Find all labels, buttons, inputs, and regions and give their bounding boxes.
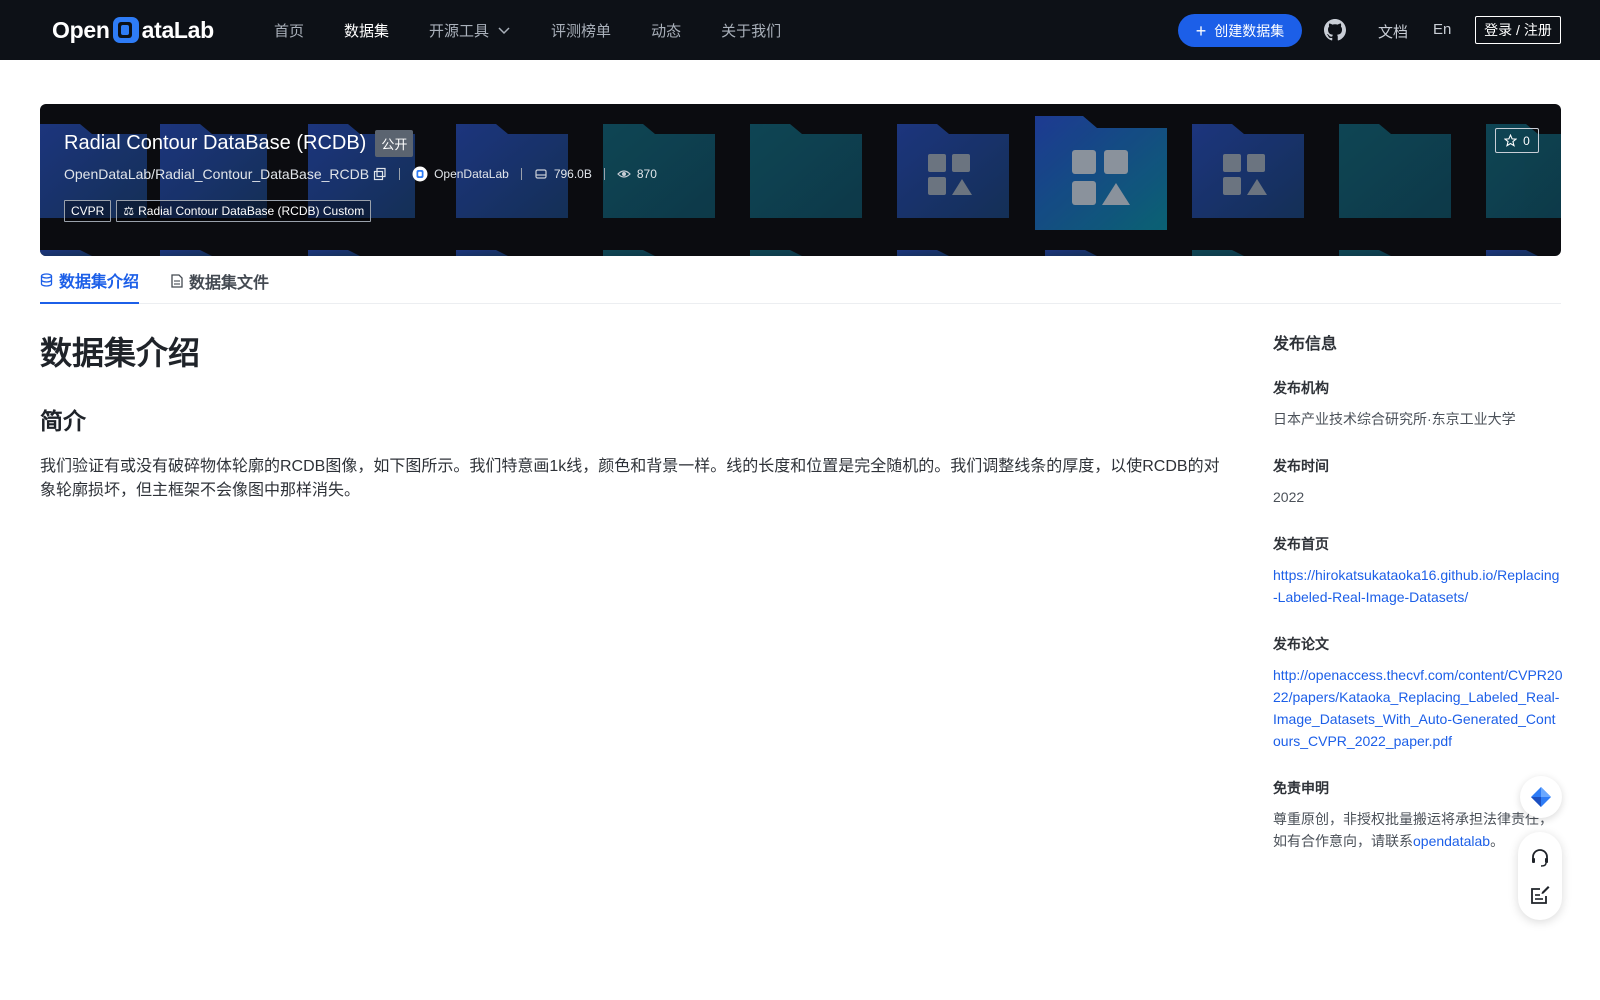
dataset-title: Radial Contour DataBase (RCDB): [64, 132, 367, 154]
docs-link[interactable]: 文档: [1378, 21, 1408, 42]
tab-dataset-files[interactable]: 数据集文件: [171, 258, 269, 304]
publisher-avatar-icon: [412, 166, 428, 182]
storage-icon: [534, 167, 548, 181]
page-title: 数据集介绍: [40, 335, 201, 371]
divider: [520, 168, 522, 180]
org-label: 发布机构: [1273, 380, 1329, 396]
nav-label: 评测榜单: [551, 22, 612, 40]
nav-item-about[interactable]: 关于我们: [721, 20, 781, 41]
disclaimer-end: 。: [1490, 833, 1505, 849]
floating-tool-panel: [1518, 832, 1562, 920]
copy-icon[interactable]: [373, 167, 387, 181]
homepage-label: 发布首页: [1273, 536, 1329, 552]
divider: [399, 168, 401, 180]
logo-text-right: ataLab: [141, 16, 215, 43]
github-icon[interactable]: [1324, 19, 1346, 41]
star-icon: [1504, 134, 1518, 147]
star-button[interactable]: 0: [1495, 128, 1539, 153]
language-switch[interactable]: En: [1433, 21, 1451, 38]
tag-license[interactable]: ⚖ Radial Contour DataBase (RCDB) Custom: [116, 200, 372, 222]
edit-note-icon[interactable]: [1528, 883, 1552, 907]
floating-diamond-button[interactable]: [1520, 776, 1562, 818]
diamond-icon: [1531, 787, 1551, 807]
tag-row: CVPR ⚖ Radial Contour DataBase (RCDB) Cu…: [64, 200, 376, 222]
time-label: 发布时间: [1273, 458, 1329, 474]
nav-item-tools[interactable]: 开源工具: [429, 20, 511, 41]
tab-dataset-intro[interactable]: 数据集介绍: [40, 258, 140, 304]
dataset-meta-row: OpenDataLab/Radial_Contour_DataBase_RCDB…: [64, 166, 657, 182]
nav-item-home[interactable]: 首页: [274, 20, 304, 41]
scale-icon: ⚖: [123, 204, 135, 218]
nav-label: 数据集: [344, 22, 390, 40]
homepage-link[interactable]: https://hirokatsukataoka16.github.io/Rep…: [1273, 564, 1563, 608]
create-dataset-label: 创建数据集: [1214, 22, 1285, 39]
chevron-down-icon: [498, 27, 510, 35]
nav-item-news[interactable]: 动态: [651, 20, 681, 41]
dataset-size: 796.0B: [553, 167, 592, 181]
org-value: 日本产业技术综合研究所·东京工业大学: [1273, 411, 1516, 427]
tab-label: 数据集介绍: [59, 274, 140, 291]
nav-label: 动态: [651, 22, 682, 40]
headset-icon[interactable]: [1528, 845, 1552, 869]
login-register-button[interactable]: 登录 / 注册: [1475, 16, 1561, 44]
tab-label: 数据集文件: [189, 275, 270, 292]
nav-label: 关于我们: [721, 22, 782, 40]
visibility-badge: 公开: [375, 130, 414, 157]
time-value: 2022: [1273, 489, 1305, 505]
nav-label: 首页: [274, 22, 305, 40]
tag-conference[interactable]: CVPR: [64, 200, 112, 222]
star-count: 0: [1523, 133, 1530, 148]
nav-item-datasets[interactable]: 数据集: [344, 20, 389, 41]
main-nav: 首页 数据集 开源工具 评测榜单 动态 关于我们: [274, 0, 821, 60]
top-navbar: Open ataLab 首页 数据集 开源工具 评测榜单 动态 关于我们 + 创…: [0, 0, 1600, 60]
divider: [603, 168, 605, 180]
section-title: 简介: [40, 408, 86, 434]
paper-label: 发布论文: [1273, 636, 1329, 652]
contact-link[interactable]: opendatalab: [1413, 833, 1490, 849]
nav-label: 开源工具: [429, 22, 490, 40]
license-label: Radial Contour DataBase (RCDB) Custom: [138, 204, 365, 218]
nav-item-leaderboard[interactable]: 评测榜单: [551, 20, 611, 41]
repo-path: OpenDataLab/Radial_Contour_DataBase_RCDB: [64, 166, 370, 182]
file-icon: [171, 274, 183, 288]
intro-paragraph: 我们验证有或没有破碎物体轮廓的RCDB图像，如下图所示。我们特意画1k线，颜色和…: [40, 458, 1220, 499]
logo-text-left: Open: [52, 16, 110, 43]
logo-mark-icon: [112, 16, 140, 44]
database-icon: [40, 273, 53, 287]
dataset-title-row: Radial Contour DataBase (RCDB) 公开: [64, 130, 414, 157]
paper-link[interactable]: http://openaccess.thecvf.com/content/CVP…: [1273, 664, 1563, 752]
publisher-name[interactable]: OpenDataLab: [434, 167, 509, 181]
logo[interactable]: Open ataLab: [52, 15, 214, 45]
eye-icon: [617, 167, 631, 181]
create-dataset-button[interactable]: + 创建数据集: [1178, 14, 1302, 47]
sidebar-title: 发布信息: [1273, 336, 1338, 353]
view-count: 870: [636, 167, 657, 181]
dataset-tabs: 数据集介绍 数据集文件: [40, 258, 1561, 304]
plus-icon: +: [1195, 20, 1207, 41]
dataset-banner: Radial Contour DataBase (RCDB) 公开 OpenDa…: [40, 104, 1561, 256]
